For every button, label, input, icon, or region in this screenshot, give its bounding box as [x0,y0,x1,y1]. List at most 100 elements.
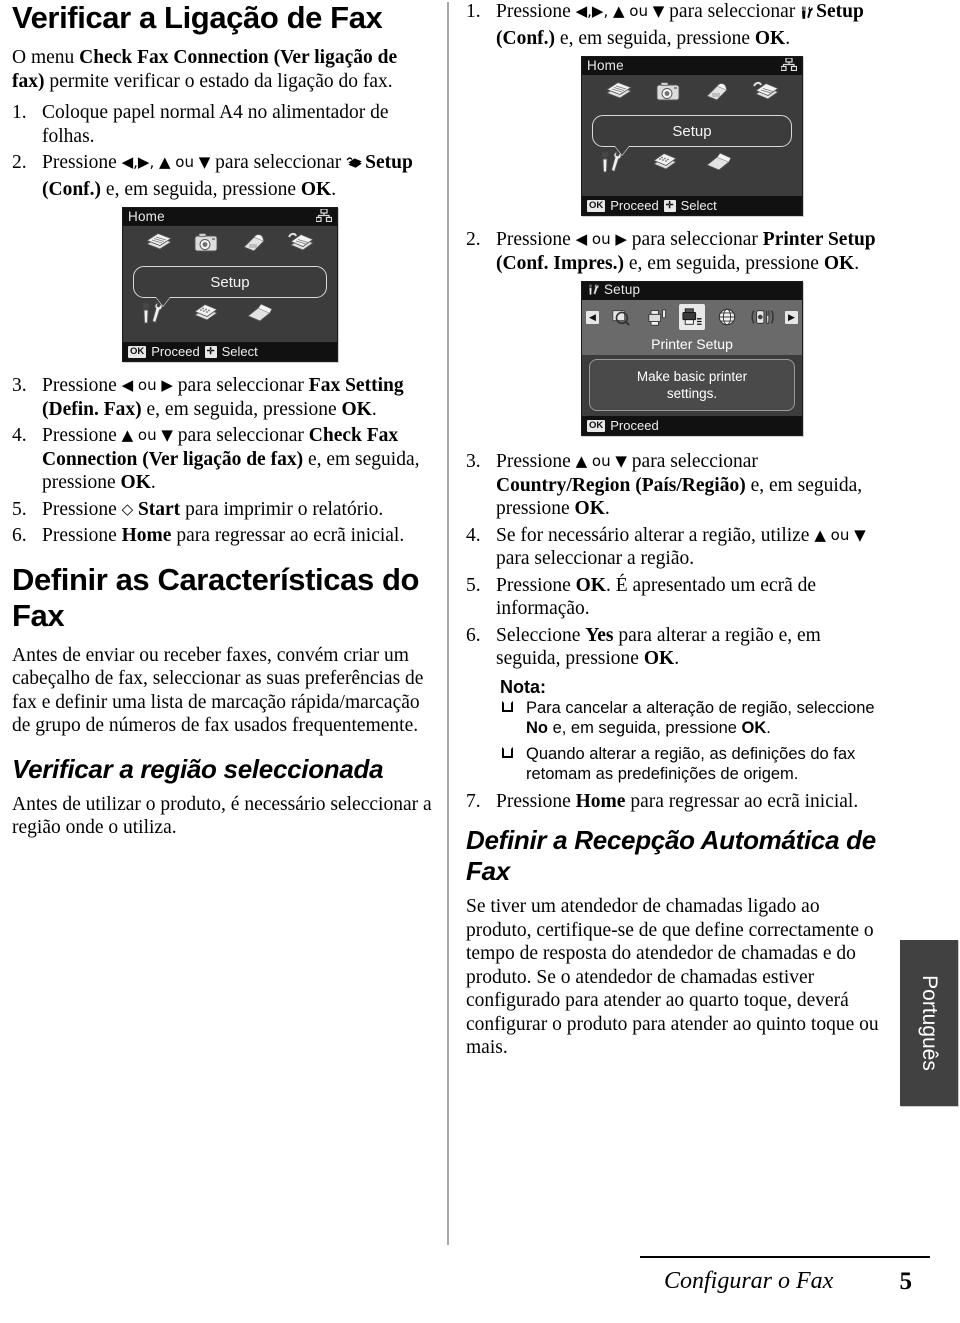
lcd-setup-selected-name: Printer Setup [582,334,802,355]
step-text: e, em seguida, pressione [141,398,342,420]
lcd-title-text: Home [128,209,165,224]
step-emphasis: Start [137,498,181,520]
step-text: . [150,472,156,493]
step-text: Pressione [496,1,576,22]
ok-key-badge: OK [587,199,606,212]
copy-icon [605,80,633,109]
paragraph-check-region: Antes de utilizar o produto, é necessári… [12,793,432,839]
lcd-balloon-label: Setup [672,122,712,140]
step-number: 1. [466,1,481,22]
column-divider [447,2,449,1245]
step-body: Pressione ▲ ou ▼ para seleccionar Check … [42,425,419,493]
right-steps-group-1: 1. Pressione ◀,▶, ▲ ou ▼ para seleccionar… [466,0,886,50]
lcd-footer-select-label: Select [221,344,258,359]
paragraph-auto-reception: Se tiver um atendedor de chamadas ligado… [466,896,879,1058]
lcd-footer-proceed-label: Proceed [610,418,659,433]
ok-key-badge: OK [587,419,606,432]
lcd-top-icon-row [123,226,337,262]
step-number: 3. [12,375,27,396]
step-emphasis: OK [823,252,855,274]
left-steps-group-1: 1. Coloque papel normal A4 no alimentador… [12,101,432,201]
step-body: Pressione ◀,▶, ▲ ou ▼ para seleccionar S… [496,1,864,49]
step-number: 2. [12,152,27,173]
step-glyph: ◀ ou ▶ [121,376,173,394]
intro-text-a: O menu [12,47,80,68]
step-item: 6. Seleccione Yes para alterar a região e… [466,624,886,671]
step-text: . [674,648,680,669]
step-body: Seleccione Yes para alterar a região e, … [496,625,821,670]
lcd-footer-proceed-label: Proceed [151,344,200,359]
note-block: Nota: Para cancelar a alteração de regiã… [500,677,886,784]
dpad-key-badge: ✛ [204,345,217,358]
lcd-right-arrow-button[interactable]: ▶ [784,310,798,324]
step-item: 4. Se for necessário alterar a região, ut… [466,524,886,571]
step-item: 1. Coloque papel normal A4 no alimentador… [12,101,432,148]
lcd-setup-title: Setup [587,282,640,299]
step-text: . [604,498,610,519]
lcd-titlebar: Setup [582,282,802,300]
lcd-setup-icon-bar: ◀ ▶ [582,300,802,334]
step-body: Pressione OK. É apresentado um ecrã de i… [496,575,816,620]
dpad-key-badge: ✛ [663,199,676,212]
copy-icon [145,231,173,260]
step-text: . [766,718,771,737]
network-icon [780,56,798,74]
scanner-icon [704,150,732,179]
step-glyph: ▲ ou ▼ [575,452,627,470]
note-item: Para cancelar a alteração de região, sel… [500,698,886,738]
lcd-selection-balloon: Setup [592,115,792,147]
nozzle-check-icon [644,304,670,330]
step-body: Pressione ◀ ou ▶ para seleccionar Printe… [496,229,876,274]
lcd-setup-description: Make basic printer settings. [589,359,795,411]
step-body: Se for necessário alterar a região, util… [496,525,866,570]
tools-icon [587,283,600,299]
step-emphasis: No [526,718,548,737]
step-body: Pressione Home para regressar ao ecrã in… [496,791,858,812]
step-number: 4. [12,425,27,446]
step-body: Coloque papel normal A4 no alimentador d… [42,102,389,147]
section-heading-fax-features: Definir as Características do Fax [12,561,420,633]
note-item-list: Para cancelar a alteração de região, sel… [500,698,886,784]
intro-text-c: permite verificar o estado da ligação do… [44,70,393,92]
step-text: e, em seguida, pressione [548,718,742,737]
step-number: 3. [466,451,481,472]
step-body: Pressione ▲ ou ▼ para seleccionar Countr… [496,451,862,519]
step-text: Pressione [42,152,122,173]
step-emphasis: Yes [585,624,614,646]
document-page: Verificar a Ligação de Fax O menu Check … [0,0,960,1323]
note-item-body: Para cancelar a alteração de região, sel… [526,699,875,737]
step-glyph: ◀,▶, ▲ ou ▼ [575,2,665,20]
step-number: 2. [466,229,481,250]
step-text: Seleccione [496,624,586,646]
right-steps-group-3: 3. Pressione ▲ ou ▼ para seleccionar Coun… [466,450,886,671]
step-number: 6. [12,525,27,546]
fax-icon [346,154,363,178]
printer-setup-icon[interactable] [678,304,705,330]
step-body: Pressione ◇ Start para imprimir o relató… [42,499,383,520]
left-column: Verificar a Ligação de Fax O menu Check … [12,0,432,848]
step-text: e, em seguida, pressione [101,178,301,200]
lcd-setup-desc-line1: Make basic printer [636,369,748,384]
step-text: para seleccionar [172,425,309,446]
section-heading-auto-reception: Definir a Recepção Automática de Fax [466,825,876,886]
section-heading-check-region: Verificar a região seleccionada [12,753,384,784]
footer-page-number: 5 [899,1268,913,1295]
network-setup-icon [714,304,740,330]
step-number: 5. [12,498,27,520]
step-text: Pressione [42,375,122,396]
step-item: 2. Pressione ◀ ou ▶ para seleccionar Prin… [466,228,886,275]
step-glyph: ◇ [121,499,138,518]
step-emphasis: OK [574,498,605,519]
tools-icon [800,3,814,27]
lcd-footer-right: OK Proceed ✛ Select [582,196,802,215]
step-emphasis: OK [120,472,151,493]
step-glyph: ▲ ou ▼ [121,426,173,444]
right-steps-group-4: 7. Pressione Home para regressar ao ecrã … [466,790,886,814]
step-item: 2. Pressione ◀,▶, ▲ ou ▼ para seleccionar… [12,151,432,201]
lcd-left-arrow-button[interactable]: ◀ [586,310,599,324]
step-emphasis: OK [754,27,786,49]
step-emphasis: OK [341,398,372,420]
step-emphasis: OK [300,178,332,200]
step-number: 5. [466,574,481,596]
left-steps-group-2: 3. Pressione ◀ ou ▶ para seleccionar Fax … [12,374,432,548]
